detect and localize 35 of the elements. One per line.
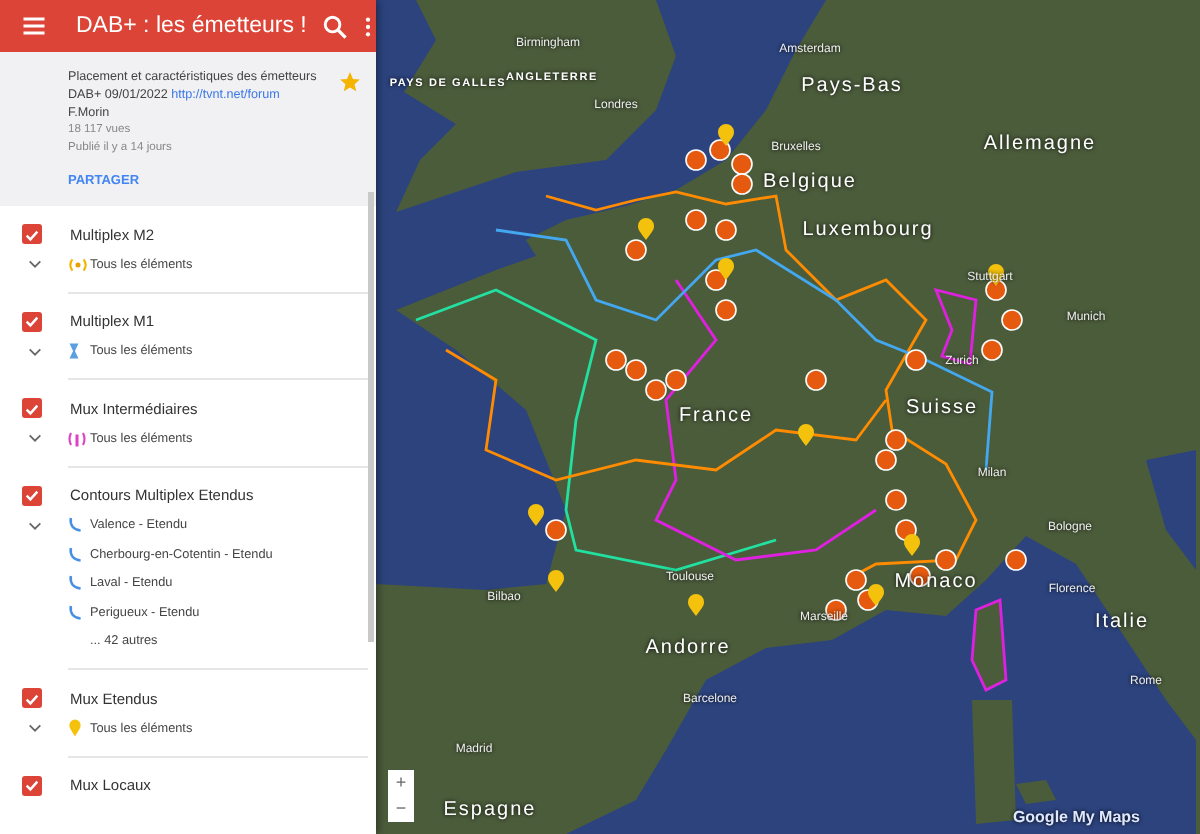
chevron-down-icon[interactable]: [28, 434, 42, 443]
map-pin-icon: [68, 718, 82, 739]
map-title: DAB+ : les émetteurs !: [74, 14, 307, 38]
chevron-down-icon[interactable]: [28, 521, 42, 530]
layer-checkbox[interactable]: [22, 224, 42, 244]
layer-checkbox[interactable]: [22, 398, 42, 418]
layer-checkbox[interactable]: [22, 688, 42, 708]
map-attribution: Google My Maps: [1012, 808, 1140, 826]
line-icon: [68, 545, 82, 564]
line-icon: [68, 603, 82, 622]
map-place-label: France: [678, 405, 754, 427]
map-place-label: Suisse: [906, 397, 978, 419]
more-options-icon[interactable]: [364, 13, 373, 39]
antenna-icon: [68, 429, 86, 448]
line-icon: [68, 516, 82, 535]
map-place-label: Andorre: [645, 637, 731, 659]
mast-icon: [68, 342, 80, 361]
line-icon: [68, 574, 82, 593]
scrollbar[interactable]: [368, 192, 374, 642]
map-place-label: Allemagne: [983, 133, 1097, 155]
signal-waves-icon: [68, 257, 88, 272]
search-icon[interactable]: [322, 13, 349, 39]
menu-icon[interactable]: [20, 12, 48, 40]
chevron-down-icon[interactable]: [28, 260, 42, 269]
chevron-down-icon[interactable]: [28, 347, 42, 356]
star-icon[interactable]: [340, 72, 360, 92]
map-place-label: Belgique: [763, 171, 857, 193]
map-place-label: Espagne: [443, 799, 537, 821]
map-place-label: Luxembourg: [802, 219, 934, 241]
layer-checkbox[interactable]: [22, 485, 42, 505]
layer-checkbox[interactable]: [22, 311, 42, 331]
chevron-down-icon[interactable]: [28, 724, 42, 733]
layer-checkbox[interactable]: [22, 775, 42, 795]
map-place-label: Pays-Bas: [801, 75, 903, 97]
map-place-label: Italie: [1094, 611, 1150, 633]
